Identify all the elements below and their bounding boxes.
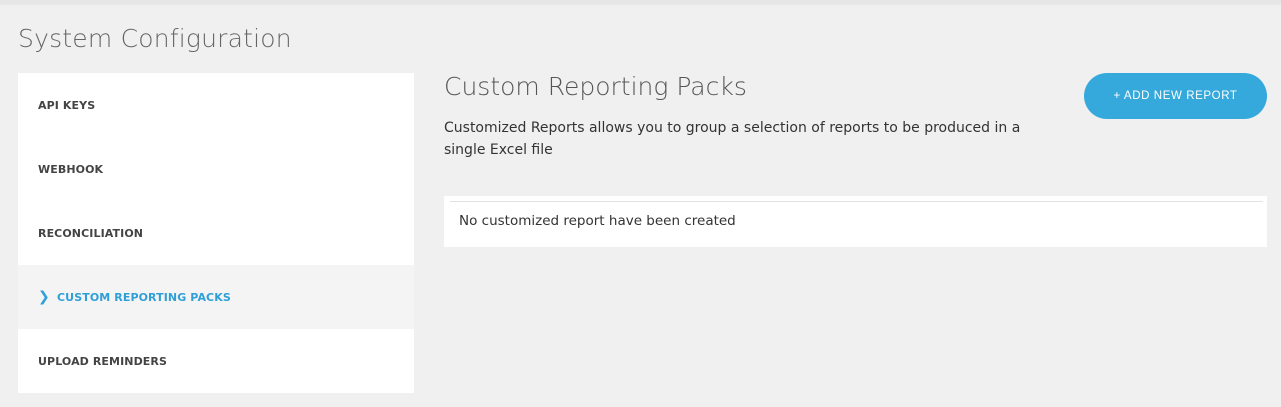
section-title: Custom Reporting Packs xyxy=(444,72,747,101)
sidebar-item-label: RECONCILIATION xyxy=(38,226,144,240)
sidebar-item-api-keys[interactable]: ❯ API KEYS xyxy=(18,73,414,137)
sidebar-item-upload-reminders[interactable]: ❯ UPLOAD REMINDERS xyxy=(18,329,414,393)
sidebar-item-label: API KEYS xyxy=(38,98,96,112)
top-bar xyxy=(0,0,1281,3)
page-title: System Configuration xyxy=(18,24,292,53)
sidebar-item-reconciliation[interactable]: ❯ RECONCILIATION xyxy=(18,201,414,265)
sidebar-item-custom-reporting-packs[interactable]: ❯ CUSTOM REPORTING PACKS xyxy=(18,265,414,329)
sidebar-item-label: UPLOAD REMINDERS xyxy=(38,354,168,368)
sidebar-item-label: WEBHOOK xyxy=(38,162,104,176)
section-description: Customized Reports allows you to group a… xyxy=(444,120,1021,158)
sidebar-item-label: CUSTOM REPORTING PACKS xyxy=(57,290,231,304)
chevron-right-icon: ❯ xyxy=(38,289,50,305)
config-sidebar: ❯ API KEYS ❯ WEBHOOK ❯ RECONCILIATION ❯ … xyxy=(18,73,414,393)
reports-list-panel: No customized report have been created xyxy=(444,196,1267,247)
divider xyxy=(450,201,1263,202)
add-new-report-button[interactable]: + ADD NEW REPORT xyxy=(1084,73,1267,119)
empty-state-message: No customized report have been created xyxy=(459,213,736,229)
sidebar-item-webhook[interactable]: ❯ WEBHOOK xyxy=(18,137,414,201)
